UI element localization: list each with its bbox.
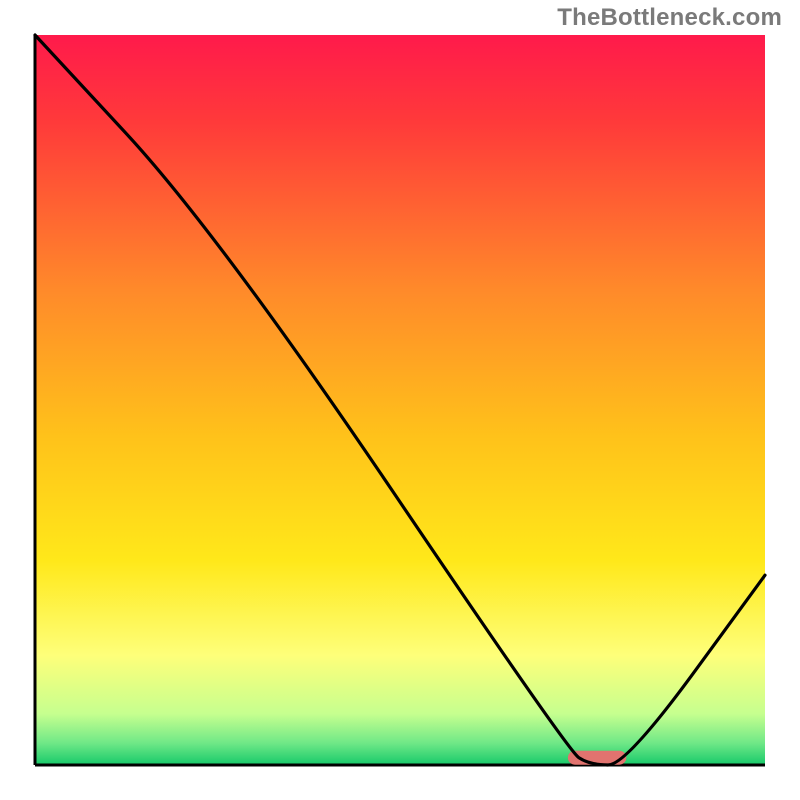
plot-background [35,35,765,765]
watermark-text: TheBottleneck.com [557,4,782,32]
bottleneck-chart [0,0,800,800]
chart-container: TheBottleneck.com [0,0,800,800]
